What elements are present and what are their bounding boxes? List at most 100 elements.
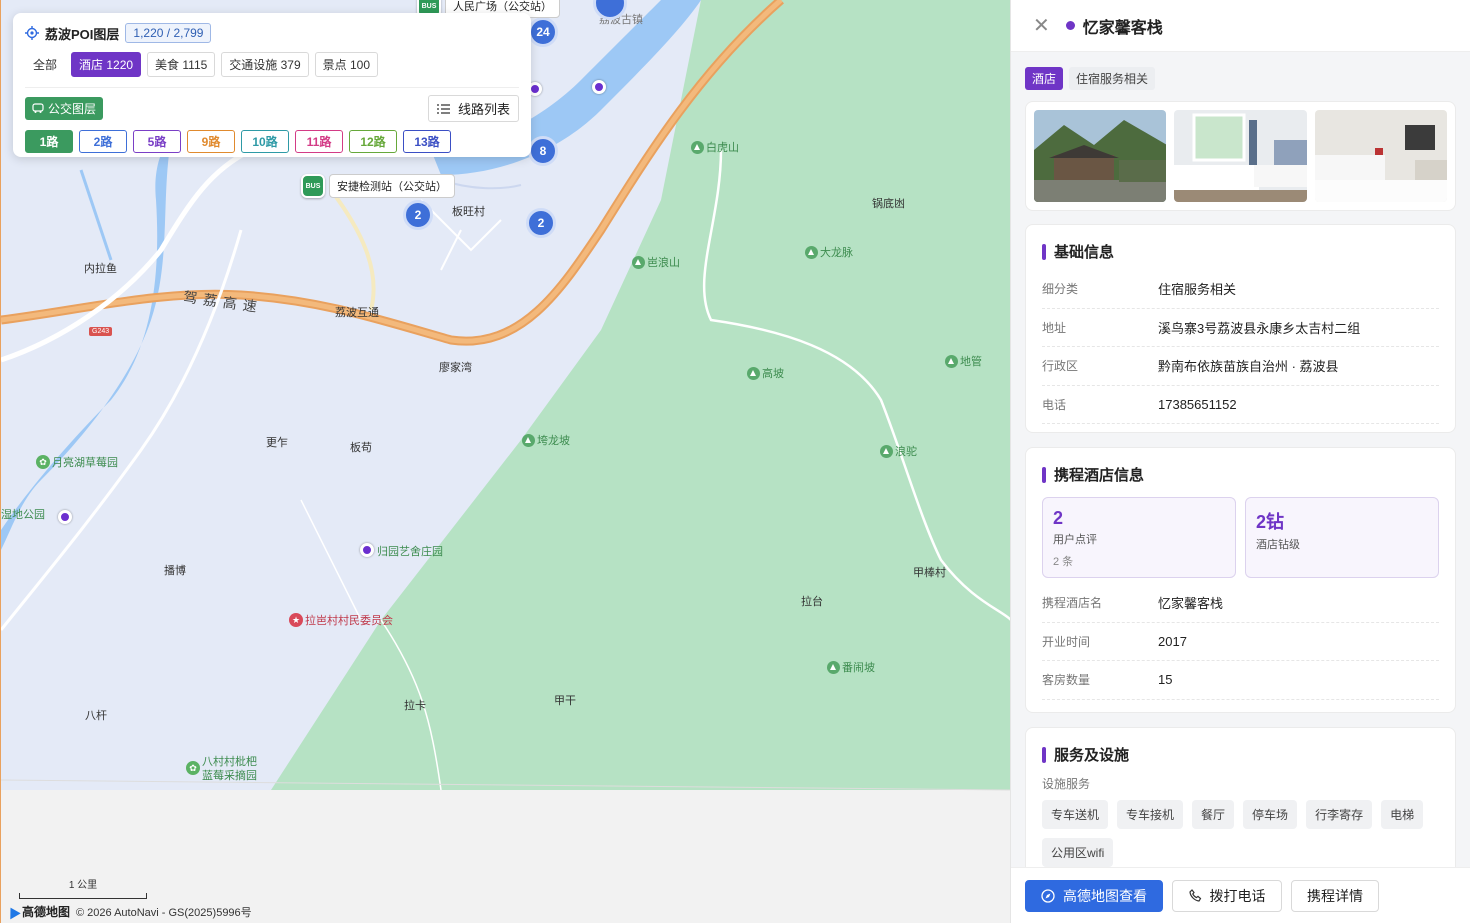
place-label: 拉卡: [404, 700, 426, 712]
place-label: 八杆: [85, 710, 107, 722]
mountain-label: 番闹坡: [827, 659, 875, 675]
filter-chip[interactable]: 美食 1115: [147, 52, 216, 77]
bus-stop-label: 安捷检测站（公交站）: [329, 174, 455, 198]
poi-name: 忆家馨客栈: [1082, 19, 1163, 37]
place-label: 荔波互通: [335, 307, 379, 319]
amap-view-button[interactable]: 高德地图查看: [1025, 879, 1163, 912]
poi-label[interactable]: ✿ 月亮湖草莓园: [36, 454, 118, 470]
route-chip[interactable]: 10路: [241, 130, 289, 153]
phone-icon: [1188, 889, 1201, 902]
info-row: 携程酒店名 忆家馨客栈: [1042, 584, 1439, 623]
review-stat: 2 用户点评 2 条: [1042, 497, 1236, 578]
poi-label[interactable]: ✿ 八村村枇杷蓝莓采摘园: [186, 755, 262, 783]
list-icon: [436, 103, 450, 114]
locate-icon: [25, 26, 39, 40]
hotel-photo[interactable]: [1314, 110, 1447, 202]
mountain-icon: [691, 140, 704, 154]
ctrip-info-title: 携程酒店信息: [1026, 448, 1455, 493]
cluster-marker[interactable]: 8: [528, 136, 558, 166]
facility-tag: 公用区wifi: [1042, 838, 1114, 867]
facility-tag: 行李寄存: [1306, 800, 1373, 829]
farm-icon: ✿: [36, 455, 50, 469]
place-label: 甲干: [554, 695, 576, 707]
bus-layer-toggle[interactable]: 公交图层: [25, 97, 104, 120]
place-label: 拉台: [801, 596, 823, 608]
filter-chip[interactable]: 景点 100: [314, 52, 379, 77]
route-chip[interactable]: 1路: [25, 130, 73, 153]
hotel-photo[interactable]: [1034, 110, 1167, 202]
info-row: 电话 17385651152: [1042, 386, 1439, 424]
services-label: 设施服务: [1042, 777, 1091, 791]
ctrip-detail-button[interactable]: 携程详情: [1291, 879, 1379, 912]
bus-icon: BUS: [301, 174, 325, 198]
mountain-icon: [945, 354, 958, 368]
info-row: 行政区 黔南布依族苗族自治州 · 荔波县: [1042, 347, 1439, 386]
mountain-icon: [805, 245, 818, 259]
mountain-label: 高坡: [747, 365, 784, 381]
facility-tag: 专车接机: [1117, 800, 1184, 829]
mountain-icon: [880, 444, 893, 458]
map-attribution: 高德地图 © 2026 AutoNavi - GS(2025)5996号: [5, 903, 252, 920]
route-list-button[interactable]: 线路列表: [427, 95, 519, 122]
info-row: 开业时间 2017: [1042, 623, 1439, 661]
hotel-marker[interactable]: [58, 510, 72, 524]
place-label: 更乍: [266, 437, 288, 449]
category-dot: [1065, 21, 1075, 30]
place-label: 板苟: [350, 442, 372, 454]
filter-chip[interactable]: 交通设施 379: [221, 52, 309, 77]
facility-tag: 餐厅: [1192, 800, 1235, 829]
filter-chip[interactable]: 全部: [25, 52, 66, 77]
place-label: 播博: [164, 565, 186, 577]
mountain-label: 岜浪山: [632, 254, 680, 270]
route-chip[interactable]: 5路: [133, 130, 181, 153]
compass-icon: [1041, 888, 1055, 903]
poi-detail-panel: ✕ 忆家馨客栈 酒店 住宿服务相关 基础信息 细分类 住宿服务相关 地址 溪鸟寨3号…: [1010, 0, 1470, 923]
cluster-marker[interactable]: 24: [528, 17, 558, 47]
government-icon: ★: [289, 613, 303, 627]
route-chip[interactable]: 13路: [403, 130, 451, 153]
poi-label[interactable]: 归园艺舍庄园: [377, 543, 443, 559]
panel-header: ✕ 忆家馨客栈: [1011, 0, 1470, 52]
facility-tag: 停车场: [1243, 800, 1298, 829]
mountain-label: 浪驼: [880, 443, 917, 459]
cluster-marker[interactable]: 2: [526, 208, 556, 238]
cluster-marker[interactable]: 2: [403, 200, 433, 230]
amap-logo: 高德地图: [5, 903, 70, 920]
mountain-label: 白虎山: [691, 139, 739, 155]
diamond-stat: 2钻 酒店钻级: [1245, 497, 1439, 578]
bus-icon: [32, 103, 44, 113]
hotel-marker[interactable]: [360, 543, 374, 557]
info-row: 细分类 住宿服务相关: [1042, 270, 1439, 309]
layer-title: 荔波POI图层: [45, 26, 120, 42]
mountain-icon: [747, 366, 760, 380]
mountain-icon: [632, 255, 645, 269]
route-chip[interactable]: 2路: [79, 130, 127, 153]
hotel-marker[interactable]: [592, 80, 606, 94]
route-chip[interactable]: 11路: [295, 130, 343, 153]
close-icon[interactable]: ✕: [1033, 16, 1050, 36]
category-filters: 全部 酒店 1220 美食 1115 交通设施 379 景点 100: [25, 52, 519, 77]
phone-number: 17385651152: [1158, 396, 1237, 412]
hotel-photo[interactable]: [1174, 110, 1307, 202]
poi-tags: 酒店 住宿服务相关: [1011, 52, 1470, 90]
mountain-label: 垮龙坡: [522, 432, 570, 448]
info-row: 地址 溪鸟寨3号荔波县永康乡太吉村二组: [1042, 309, 1439, 347]
mountain-label: 大龙脉: [805, 244, 853, 260]
call-button[interactable]: 拨打电话: [1172, 879, 1282, 912]
facility-tag: 专车送机: [1042, 800, 1109, 829]
poi-label[interactable]: 湿地公园: [1, 506, 45, 522]
farm-icon: ✿: [186, 761, 200, 775]
filter-chip[interactable]: 酒店 1220: [71, 52, 142, 77]
place-label: 锅底凼: [872, 198, 905, 210]
subcategory-tag: 住宿服务相关: [1069, 67, 1156, 90]
layer-count-badge: 1,220 / 2,799: [125, 23, 212, 43]
route-chips: 1路 2路 5路 9路 10路 11路 12路 13路: [25, 130, 519, 153]
category-tag: 酒店: [1025, 67, 1064, 90]
route-chip[interactable]: 9路: [187, 130, 235, 153]
services-title: 服务及设施: [1026, 728, 1455, 773]
facility-list: 专车送机 专车接机 餐厅 停车场 行李寄存 电梯公用区wifi: [1026, 800, 1455, 867]
poi-label[interactable]: ★ 拉岜村村民委员会: [289, 612, 393, 628]
bus-stop-marker[interactable]: BUS 安捷检测站（公交站）: [301, 174, 455, 198]
route-chip[interactable]: 12路: [349, 130, 397, 153]
facility-tag: 电梯: [1381, 800, 1424, 829]
